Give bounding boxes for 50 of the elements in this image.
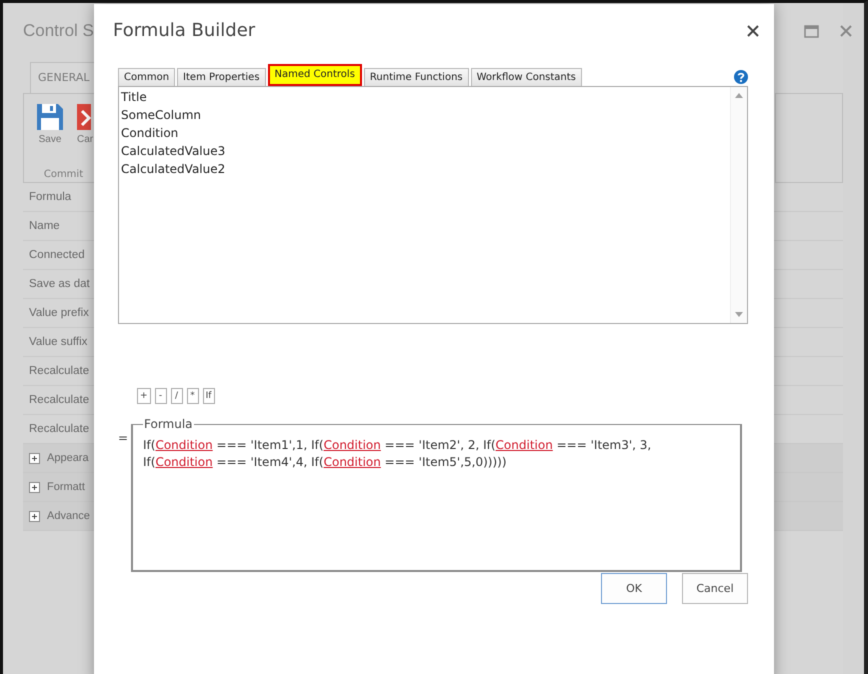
operator-button[interactable]: + bbox=[137, 388, 151, 404]
scroll-down-icon bbox=[735, 312, 743, 317]
property-label: Recalculate bbox=[29, 423, 90, 435]
list-item[interactable]: Condition bbox=[121, 124, 178, 142]
dialog-title: Formula Builder bbox=[113, 19, 256, 43]
panel-title: Control S bbox=[23, 21, 94, 41]
property-label: Connected bbox=[29, 249, 85, 261]
list-item[interactable]: CalculatedValue3 bbox=[121, 142, 226, 160]
maximize-icon[interactable] bbox=[804, 24, 819, 38]
group-label: Commit bbox=[42, 169, 84, 182]
dialog-button[interactable]: OK bbox=[601, 573, 667, 604]
section-label: Advance bbox=[47, 510, 90, 522]
operator-button[interactable]: / bbox=[170, 388, 183, 404]
operator-button[interactable]: - bbox=[154, 388, 167, 404]
dialog-button[interactable]: Cancel bbox=[682, 573, 748, 604]
close-icon[interactable] bbox=[747, 25, 759, 37]
equals-sign: = bbox=[118, 430, 130, 447]
property-label: Save as dat bbox=[29, 278, 90, 290]
control-reference-link[interactable]: Condition bbox=[496, 438, 553, 452]
property-label: Recalculate bbox=[29, 365, 90, 377]
property-label: Value prefix bbox=[29, 307, 89, 319]
scrollbar[interactable] bbox=[730, 87, 747, 323]
control-reference-link[interactable]: Condition bbox=[324, 438, 381, 452]
control-reference-link[interactable]: Condition bbox=[155, 455, 213, 469]
list-item[interactable]: CalculatedValue2 bbox=[121, 160, 226, 178]
list-item[interactable]: Title bbox=[121, 88, 147, 106]
property-label: Name bbox=[29, 220, 60, 232]
control-reference-link[interactable]: Condition bbox=[155, 438, 213, 452]
formula-text: If(Condition === 'Item1',1, If(Condition === 'Item2', 2, If(Condition === 'Item3', 3, If(Condition === 'Item4',4, If(Condition === 'Item5',5,0))))) bbox=[143, 437, 652, 471]
operator-button[interactable]: * bbox=[186, 388, 199, 404]
tab[interactable]: Workflow Constants bbox=[470, 68, 582, 86]
help-icon[interactable] bbox=[734, 70, 748, 84]
expand-icon bbox=[29, 510, 40, 522]
property-label: Value suffix bbox=[29, 336, 88, 348]
formula-legend: Formula bbox=[143, 417, 194, 431]
scroll-up-icon bbox=[735, 93, 743, 98]
expand-icon bbox=[29, 482, 40, 492]
tab[interactable]: Item Properties bbox=[177, 68, 266, 86]
operator-button[interactable]: If bbox=[202, 388, 215, 404]
property-label: Formula bbox=[29, 191, 72, 203]
control-reference-link[interactable]: Condition bbox=[324, 455, 381, 469]
tab[interactable]: Runtime Functions bbox=[364, 68, 469, 86]
property-label: Recalculate bbox=[29, 394, 90, 406]
tab[interactable]: Common bbox=[118, 68, 176, 86]
formula-box[interactable]: Formula If(Condition === 'Item1',1, If(Condition === 'Item2', 2, If(Condition === 'Item3', 3, If(Condition === 'Item4',4, If(Condition === 'Item5',5,0))))) bbox=[131, 417, 742, 572]
section-label: Formatt bbox=[47, 481, 85, 493]
tab[interactable]: Named Controls bbox=[268, 64, 362, 86]
expand-icon bbox=[29, 452, 40, 464]
list-item[interactable]: SomeColumn bbox=[121, 106, 201, 124]
section-label: Appeara bbox=[47, 452, 89, 464]
